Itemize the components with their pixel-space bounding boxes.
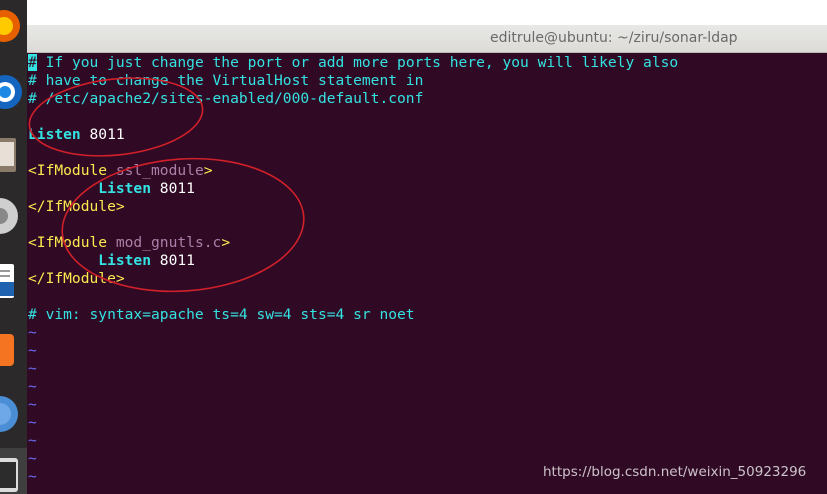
libreoffice-writer-icon[interactable] xyxy=(0,260,27,304)
tag-close-bracket: > xyxy=(203,162,213,179)
empty-line-tilde: ~ xyxy=(28,324,37,341)
chromium-icon[interactable] xyxy=(0,70,27,114)
empty-line-tilde: ~ xyxy=(28,360,37,377)
listen-port: 8011 xyxy=(151,252,195,269)
vim-modeline: # vim: syntax=apache ts=4 sw=4 sts=4 sr … xyxy=(28,306,415,323)
top-strip xyxy=(27,0,827,25)
empty-line-tilde: ~ xyxy=(28,468,37,485)
empty-line-tilde: ~ xyxy=(28,342,37,359)
ifmodule-tag: <IfModule xyxy=(28,162,108,179)
ubuntu-software-icon[interactable] xyxy=(0,328,27,372)
ifmodule-ssl-open: <IfModule ssl_module> xyxy=(28,162,213,180)
empty-line-tilde: ~ xyxy=(28,414,37,431)
launcher-dock xyxy=(0,0,27,494)
watermark: https://blog.csdn.net/weixin_50923296 xyxy=(543,464,807,480)
ifmodule-tag: <IfModule xyxy=(28,234,108,251)
listen-port: 8011 xyxy=(80,126,125,143)
gnutls-listen-directive: Listen 8011 xyxy=(28,252,195,270)
help-icon[interactable] xyxy=(0,392,27,436)
listen-keyword: Listen xyxy=(28,126,81,143)
ssl-module-name: ssl_module xyxy=(107,162,204,179)
rhythmbox-icon[interactable] xyxy=(0,196,27,240)
terminal-icon[interactable] xyxy=(0,456,27,494)
gnutls-module-name: mod_gnutls.c xyxy=(107,234,222,251)
ssl-listen-directive: Listen 8011 xyxy=(28,180,195,198)
empty-line-tilde: ~ xyxy=(28,396,37,413)
text-cursor: # xyxy=(28,54,37,71)
comment-line-1-text: If you just change the port or add more … xyxy=(36,54,679,71)
listen-keyword: Listen xyxy=(28,252,152,269)
listen-directive: Listen 8011 xyxy=(28,126,125,144)
firefox-icon[interactable] xyxy=(0,2,27,46)
comment-line-1: # If you just change the port or add mor… xyxy=(28,54,678,72)
ifmodule-gnutls-open: <IfModule mod_gnutls.c> xyxy=(28,234,230,252)
ifmodule-gnutls-close: </IfModule> xyxy=(28,270,125,287)
empty-line-tilde: ~ xyxy=(28,378,37,395)
files-icon[interactable] xyxy=(0,134,27,178)
tag-close-bracket: > xyxy=(221,234,231,251)
terminal-view[interactable]: # If you just change the port or add mor… xyxy=(27,52,827,494)
window-title: editrule@ubuntu: ~/ziru/sonar-ldap xyxy=(490,30,738,46)
empty-line-tilde: ~ xyxy=(28,450,37,467)
comment-line-3: # /etc/apache2/sites-enabled/000-default… xyxy=(28,90,424,107)
empty-line-tilde: ~ xyxy=(28,432,37,449)
ifmodule-ssl-close: </IfModule> xyxy=(28,198,125,215)
window-titlebar[interactable]: editrule@ubuntu: ~/ziru/sonar-ldap xyxy=(27,25,827,53)
listen-port: 8011 xyxy=(151,180,195,197)
listen-keyword: Listen xyxy=(28,180,152,197)
comment-line-2: # have to change the VirtualHost stateme… xyxy=(28,72,424,89)
